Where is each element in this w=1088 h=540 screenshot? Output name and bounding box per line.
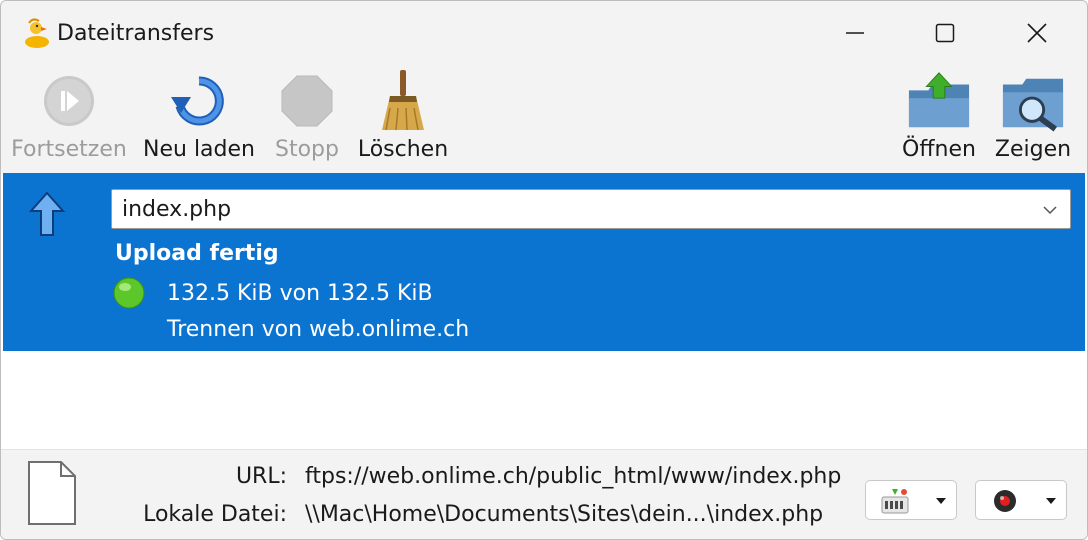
clean-button[interactable]: Löschen xyxy=(355,65,451,173)
resume-button[interactable]: Fortsetzen xyxy=(11,65,127,173)
open-label: Öffnen xyxy=(902,137,976,162)
resume-label: Fortsetzen xyxy=(11,137,127,162)
transfer-status: Upload fertig xyxy=(115,241,279,266)
chevron-down-icon xyxy=(1046,498,1056,504)
reload-label: Neu laden xyxy=(143,137,255,162)
folder-search-icon xyxy=(1002,78,1064,132)
open-button[interactable]: Öffnen xyxy=(897,65,981,173)
transfer-list[interactable]: index.php Upload fertig 132.5 KiB von 13… xyxy=(1,173,1087,449)
bandwidth-icon xyxy=(881,489,909,514)
url-label: URL: xyxy=(235,464,287,489)
stop-label: Stopp xyxy=(275,137,339,162)
transfer-progress-text: 132.5 KiB von 132.5 KiB xyxy=(167,281,433,306)
bandwidth-dropdown[interactable] xyxy=(865,480,957,520)
clean-label: Löschen xyxy=(357,137,449,162)
log-dropdown[interactable] xyxy=(975,480,1067,520)
stop-button[interactable]: Stopp xyxy=(269,65,345,173)
record-icon xyxy=(994,490,1016,512)
file-select[interactable]: index.php xyxy=(111,189,1071,229)
transfer-connection-text: Trennen von web.onlime.ch xyxy=(167,317,470,342)
stop-icon xyxy=(281,75,333,127)
show-label: Zeigen xyxy=(994,137,1072,162)
reload-button[interactable]: Neu laden xyxy=(141,65,257,173)
file-select-value: index.php xyxy=(122,196,232,222)
broom-icon xyxy=(382,70,424,131)
folder-open-icon xyxy=(908,72,970,128)
minimize-icon xyxy=(846,32,864,34)
close-icon xyxy=(1027,23,1047,43)
title-bar: Dateitransfers xyxy=(1,1,1087,65)
url-value: ftps://web.onlime.ch/public_html/www/ind… xyxy=(305,464,842,489)
toolbar: Fortsetzen Neu laden Stopp Löschen Öffne… xyxy=(1,65,1087,173)
transfers-window: Dateitransfers Fortsetzen Neu laden Stop… xyxy=(0,0,1088,540)
chevron-down-icon xyxy=(1043,206,1057,215)
maximize-button[interactable] xyxy=(899,1,991,65)
transfer-row[interactable]: index.php Upload fertig 132.5 KiB von 13… xyxy=(3,173,1085,351)
minimize-button[interactable] xyxy=(809,1,901,65)
local-file-label: Lokale Datei: xyxy=(143,502,287,527)
reload-icon xyxy=(171,76,224,126)
close-button[interactable] xyxy=(991,1,1083,65)
resume-icon xyxy=(44,76,94,126)
local-file-value: \\Mac\Home\Documents\Sites\dein...\index… xyxy=(305,502,824,527)
status-ok-icon xyxy=(113,277,145,309)
window-title: Dateitransfers xyxy=(57,21,215,46)
upload-arrow-icon xyxy=(28,191,66,236)
document-icon xyxy=(28,461,76,525)
show-button[interactable]: Zeigen xyxy=(991,65,1075,173)
info-panel: URL: ftps://web.onlime.ch/public_html/ww… xyxy=(1,449,1087,539)
maximize-icon xyxy=(935,23,955,43)
duck-app-icon xyxy=(25,18,49,48)
chevron-down-icon xyxy=(936,498,946,504)
